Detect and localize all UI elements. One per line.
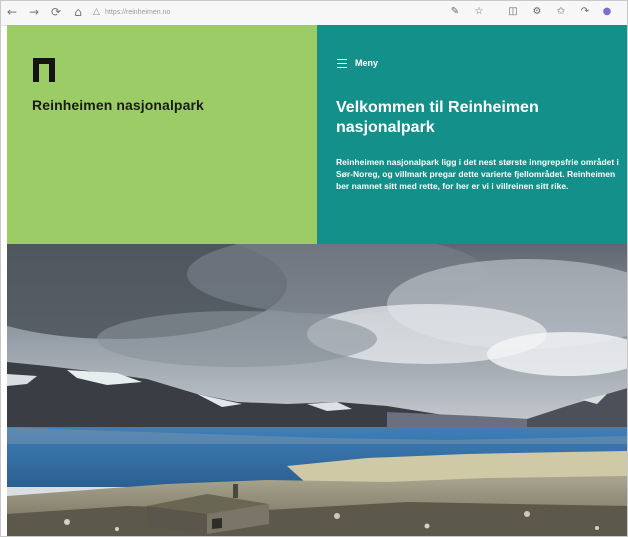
lock-icon: △ xyxy=(93,7,100,17)
menu-label: Meny xyxy=(355,58,379,68)
browser-toolbar: ← → ⟳ ⌂ △ https://reinheimen.no ✎ ☆ ◫ ⚙ … xyxy=(1,1,627,26)
share-icon[interactable]: ↷ xyxy=(579,5,591,19)
profile-icon[interactable]: ● xyxy=(601,5,613,19)
favorite-star-icon[interactable]: ☆ xyxy=(473,5,485,19)
menu-button[interactable]: Meny xyxy=(337,56,378,70)
park-logo-icon[interactable] xyxy=(33,58,55,82)
extensions-icon[interactable]: ⚙ xyxy=(531,5,543,19)
refresh-icon[interactable]: ⟳ xyxy=(49,4,63,20)
favorites-icon[interactable]: ✩ xyxy=(555,5,567,19)
hero-image xyxy=(7,244,627,536)
reader-icon[interactable]: ✎ xyxy=(449,5,461,19)
home-icon[interactable]: ⌂ xyxy=(71,4,85,20)
park-name[interactable]: Reinheimen nasjonalpark xyxy=(32,97,232,113)
collections-icon[interactable]: ◫ xyxy=(507,5,519,19)
address-bar[interactable]: https://reinheimen.no xyxy=(105,6,365,20)
hamburger-icon xyxy=(337,58,347,68)
browser-window: ← → ⟳ ⌂ △ https://reinheimen.no ✎ ☆ ◫ ⚙ … xyxy=(0,0,628,537)
welcome-panel: Meny Velkommen til Reinheimen nasjonalpa… xyxy=(317,25,627,244)
forward-arrow-icon[interactable]: → xyxy=(27,4,41,20)
intro-text: Reinheimen nasjonalpark ligg i det nest … xyxy=(336,157,619,191)
back-arrow-icon[interactable]: ← xyxy=(5,4,19,20)
page-title: Velkommen til Reinheimen nasjonalpark xyxy=(336,99,539,136)
brand-panel: Reinheimen nasjonalpark xyxy=(7,25,317,244)
